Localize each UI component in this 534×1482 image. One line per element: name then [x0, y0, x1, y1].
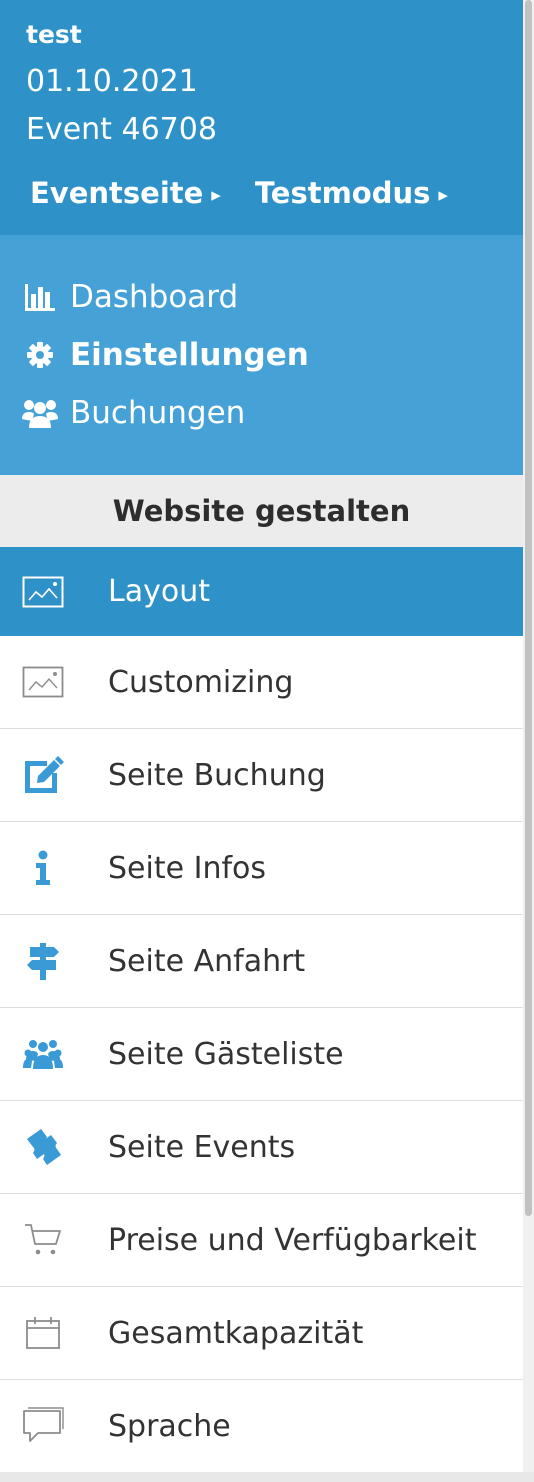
- nav-item-buchungen[interactable]: Buchungen: [22, 395, 245, 431]
- main-nav: Dashboard Einstellungen Buchungen: [0, 235, 523, 475]
- event-date: 01.10.2021: [26, 64, 198, 99]
- menu-item-label: Layout: [108, 574, 210, 609]
- triangle-right-icon: ▸: [211, 184, 221, 206]
- menu-item-sprache[interactable]: Sprache: [0, 1380, 523, 1473]
- menu-item-label: Sprache: [108, 1408, 231, 1444]
- calendar-icon: [20, 1311, 66, 1355]
- tickets-icon: [20, 1125, 66, 1169]
- menu-item-seite-infos[interactable]: Seite Infos: [0, 822, 523, 915]
- triangle-right-icon: ▸: [438, 184, 448, 206]
- picture-icon: [20, 570, 66, 614]
- eventseite-link-label: Eventseite: [30, 176, 204, 210]
- signpost-icon: [20, 939, 66, 983]
- nav-item-label: Einstellungen: [70, 337, 309, 373]
- menu-item-seite-buchung[interactable]: Seite Buchung: [0, 729, 523, 822]
- menu-item-customizing[interactable]: Customizing: [0, 636, 523, 729]
- event-id: Event 46708: [26, 112, 217, 147]
- menu-item-seite-events[interactable]: Seite Events: [0, 1101, 523, 1194]
- info-icon: [20, 846, 66, 890]
- menu-item-layout[interactable]: Layout: [0, 547, 523, 636]
- edit-icon: [20, 753, 66, 797]
- sidebar: test 01.10.2021 Event 46708 Eventseite ▸ …: [0, 0, 523, 1482]
- nav-item-dashboard[interactable]: Dashboard: [22, 279, 238, 315]
- nav-item-einstellungen[interactable]: Einstellungen: [22, 337, 309, 373]
- menu-item-seite-gaesteliste[interactable]: Seite Gästeliste: [0, 1008, 523, 1101]
- menu-item-preise[interactable]: Preise und Verfügbarkeit: [0, 1194, 523, 1287]
- nav-item-label: Dashboard: [70, 279, 239, 315]
- menu-item-label: Gesamtkapazität: [108, 1315, 364, 1351]
- testmodus-link-label: Testmodus: [254, 176, 431, 210]
- event-header: test 01.10.2021 Event 46708 Eventseite ▸ …: [0, 0, 523, 235]
- users-icon: [22, 396, 58, 430]
- speech-bubble-icon: [20, 1404, 66, 1448]
- app-window: test 01.10.2021 Event 46708 Eventseite ▸ …: [0, 0, 534, 1482]
- menu-item-label: Preise und Verfügbarkeit: [108, 1222, 477, 1258]
- bar-chart-icon: [22, 280, 58, 314]
- menu-item-gesamtkapazitaet[interactable]: Gesamtkapazität: [0, 1287, 523, 1380]
- website-menu: Layout Customizing Seite Buchung Seite I…: [0, 547, 523, 1473]
- scrollbar[interactable]: [523, 0, 534, 1482]
- scrollbar-thumb[interactable]: [525, 0, 532, 1216]
- menu-item-label: Seite Buchung: [108, 757, 326, 793]
- picture-icon: [20, 660, 66, 704]
- bottom-divider: [0, 1472, 534, 1482]
- section-title: Website gestalten: [0, 475, 523, 547]
- testmodus-link[interactable]: Testmodus ▸: [255, 176, 448, 210]
- menu-item-label: Seite Events: [108, 1129, 296, 1165]
- menu-item-label: Seite Infos: [108, 850, 266, 886]
- event-name: test: [26, 20, 82, 49]
- menu-item-label: Seite Anfahrt: [108, 943, 306, 979]
- users-icon: [20, 1032, 66, 1076]
- event-links: Eventseite ▸ Testmodus ▸: [30, 176, 448, 210]
- nav-item-label: Buchungen: [70, 395, 246, 431]
- gear-icon: [22, 338, 58, 372]
- eventseite-link[interactable]: Eventseite ▸: [30, 176, 221, 210]
- cart-icon: [20, 1218, 66, 1262]
- menu-item-label: Customizing: [108, 664, 294, 700]
- menu-item-seite-anfahrt[interactable]: Seite Anfahrt: [0, 915, 523, 1008]
- menu-item-label: Seite Gästeliste: [108, 1036, 344, 1072]
